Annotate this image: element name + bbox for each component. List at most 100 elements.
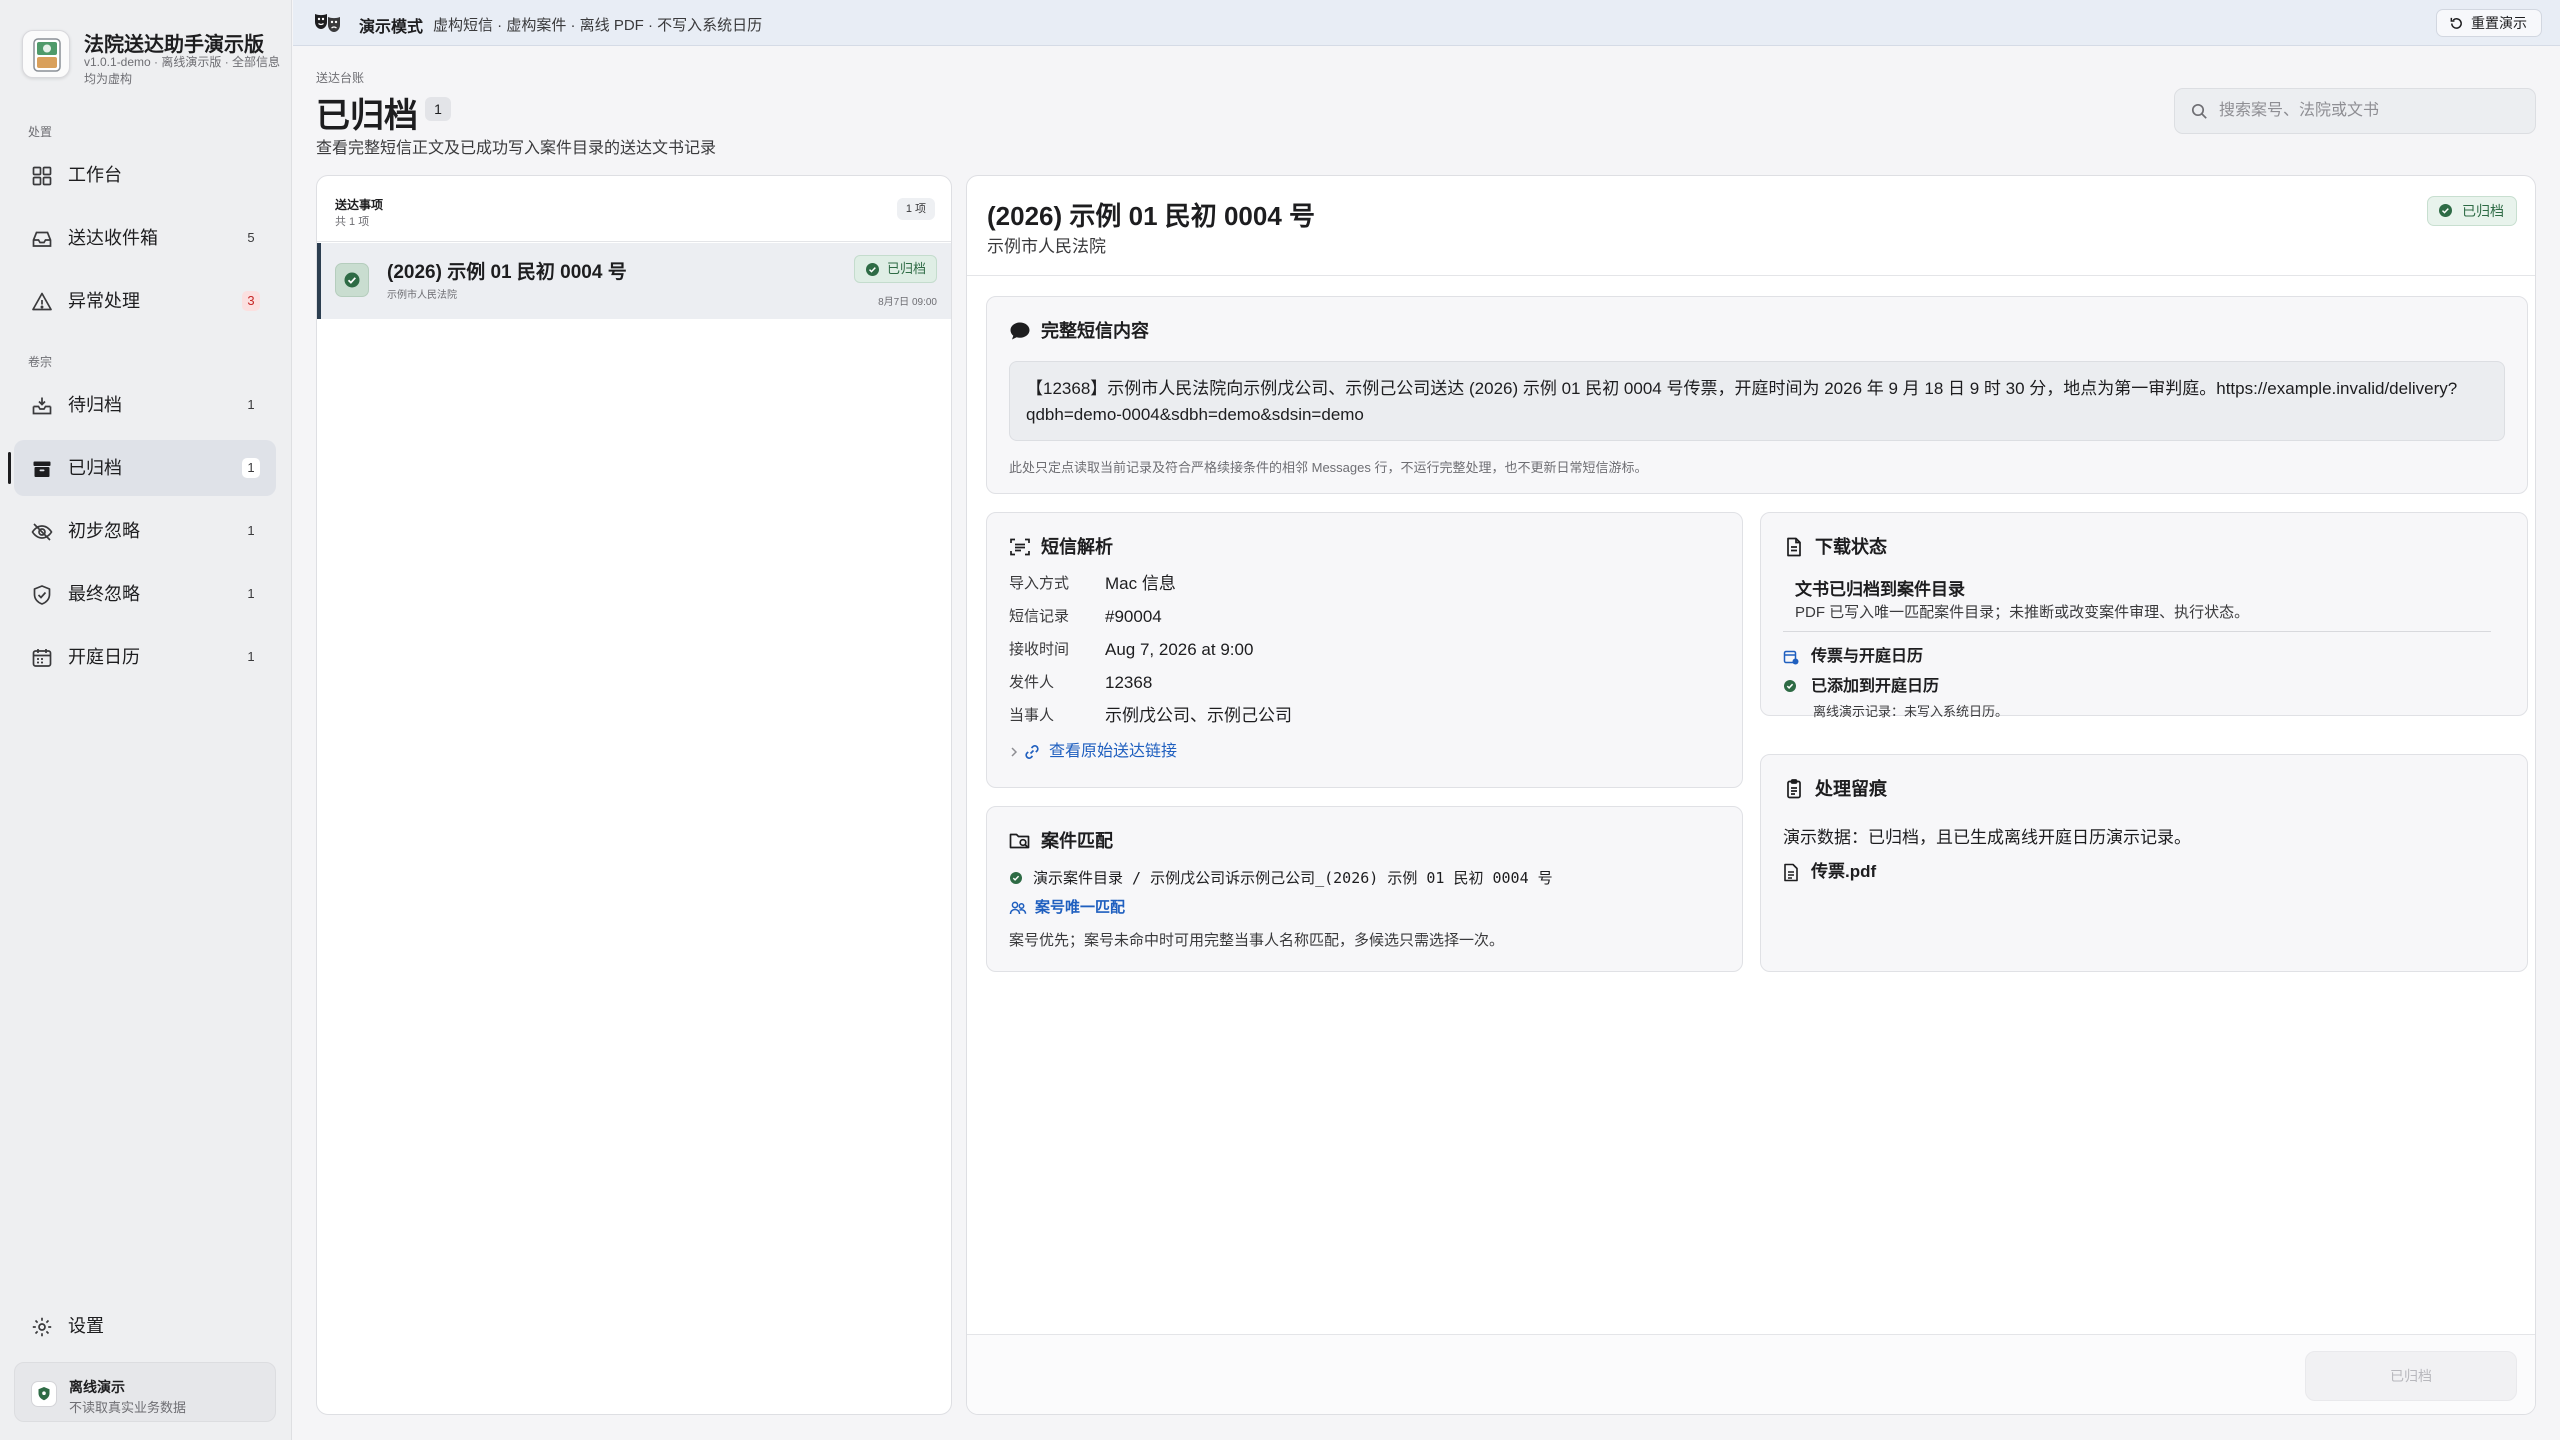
list-count-badge: 1 项 — [896, 198, 935, 220]
calendar-file-icon — [1783, 649, 1799, 665]
download-description: PDF 已写入唯一匹配案件目录；未推断或改变案件审理、执行状态。 — [1795, 604, 2250, 621]
sidebar-item-pending-archive[interactable]: 待归档 1 — [14, 377, 276, 433]
original-link-disclosure[interactable]: 查看原始送达链接 — [1009, 741, 1177, 763]
sidebar-item-count: 1 — [247, 397, 255, 412]
download-item-label: 已添加到开庭日历 — [1811, 678, 1940, 695]
match-note: 案号优先；案号未命中时可用完整当事人名称匹配，多候选只需选择一次。 — [1009, 932, 1505, 949]
offline-title: 离线演示 — [69, 1379, 125, 1395]
active-indicator — [8, 452, 11, 484]
search-icon — [2191, 103, 2208, 120]
sidebar-item-label: 工作台 — [68, 165, 122, 185]
demo-mode-description: 虚构短信 · 虚构案件 · 离线 PDF · 不写入系统日历 — [433, 17, 763, 34]
gear-icon — [30, 1315, 54, 1339]
app-name: 法院送达助手演示版 — [84, 34, 264, 56]
sidebar-item-label: 异常处理 — [68, 291, 140, 311]
check-circle-icon — [335, 263, 369, 297]
list-title: 送达事项 — [335, 198, 384, 212]
sidebar-item-court-calendar[interactable]: 开庭日历 1 — [14, 629, 276, 685]
search-box[interactable] — [2174, 88, 2536, 134]
match-card-title: 案件匹配 — [1041, 831, 1113, 851]
parse-card-title: 短信解析 — [1041, 537, 1113, 557]
app-version: v1.0.1-demo · 离线演示版 · 全部信息均为虚构 — [84, 55, 281, 86]
card-title: 案件匹配 — [1009, 829, 1113, 853]
download-item-calendar: 已添加到开庭日历 — [1783, 676, 1939, 698]
demo-mode-banner: 演示模式 虚构短信 · 虚构案件 · 离线 PDF · 不写入系统日历 重置演示 — [293, 0, 2560, 46]
chat-bubble-icon — [1009, 321, 1031, 341]
sms-note: 此处只定点读取当前记录及符合严格续接条件的相邻 Messages 行，不运行完整… — [1009, 460, 1648, 475]
sidebar-item-label: 初步忽略 — [68, 521, 140, 541]
sms-content: 【12368】示例市人民法院向示例戊公司、示例己公司送达 (2026) 示例 0… — [1009, 361, 2505, 441]
sidebar-item-count: 1 — [247, 523, 255, 538]
detail-footer: 已归档 — [967, 1334, 2535, 1414]
settings-label: 设置 — [68, 1316, 104, 1336]
shield-icon — [31, 1381, 57, 1407]
match-method-tag: 案号唯一匹配 — [1009, 897, 1125, 919]
detail-header: (2026) 示例 01 民初 0004 号 示例市人民法院 已归档 — [967, 176, 2535, 276]
warning-icon — [30, 290, 54, 314]
calendar-icon — [30, 646, 54, 670]
list-item-time: 8月7日 09:00 — [878, 297, 937, 308]
list-total: 共 1 项 — [335, 216, 370, 228]
sidebar-item-count: 1 — [247, 649, 255, 664]
matched-case-path-text: 演示案件目录 / 示例戊公司诉示例己公司_(2026) 示例 01 民初 000… — [1033, 869, 1553, 887]
card-title: 完整短信内容 — [1009, 319, 1149, 343]
check-circle-icon — [1009, 871, 1023, 885]
original-link-label: 查看原始送达链接 — [1049, 743, 1178, 760]
card-title: 处理留痕 — [1783, 777, 1887, 801]
case-match-card: 案件匹配 演示案件目录 / 示例戊公司诉示例己公司_(2026) 示例 01 民… — [986, 806, 1743, 972]
sidebar-item-label: 已归档 — [68, 458, 122, 478]
sidebar-item-archived[interactable]: 已归档 1 — [14, 440, 276, 496]
sidebar-item-count: 3 — [242, 291, 260, 311]
archive-box-icon — [30, 457, 54, 481]
download-item-summons: 传票与开庭日历 — [1783, 646, 1923, 668]
download-item-label: 传票与开庭日历 — [1811, 648, 1924, 665]
card-title: 短信解析 — [1009, 535, 1113, 559]
sidebar-item-label: 最终忽略 — [68, 584, 140, 604]
detail-panel: (2026) 示例 01 民初 0004 号 示例市人民法院 已归档 完整短信内… — [966, 175, 2536, 1415]
breadcrumb: 送达台账 — [316, 71, 365, 85]
sidebar-item-dashboard[interactable]: 工作台 — [14, 147, 276, 203]
dashboard-icon — [30, 164, 54, 188]
divider — [1783, 631, 2491, 632]
reset-demo-button[interactable]: 重置演示 — [2436, 9, 2542, 37]
sms-content-card: 完整短信内容 【12368】示例市人民法院向示例戊公司、示例己公司送达 (202… — [986, 296, 2528, 494]
sms-card-title: 完整短信内容 — [1041, 321, 1149, 341]
field-value: 12368 — [1105, 673, 1153, 692]
page-title: 已归档 — [316, 97, 418, 135]
archived-button[interactable]: 已归档 — [2305, 1351, 2517, 1401]
check-circle-icon — [1783, 679, 1799, 695]
list-item-title: (2026) 示例 01 民初 0004 号 — [387, 262, 627, 283]
pdf-file-icon — [1783, 863, 1799, 882]
delivery-list-panel: 送达事项 共 1 项 1 项 (2026) 示例 01 民初 0004 号 示例… — [316, 175, 952, 1415]
field-label: 导入方式 — [1009, 575, 1070, 592]
trace-file-name: 传票.pdf — [1811, 862, 1877, 881]
page-subtitle: 查看完整短信正文及已成功写入案件目录的送达文书记录 — [316, 140, 717, 157]
inbox-icon — [30, 227, 54, 251]
field-label: 发件人 — [1009, 674, 1055, 691]
sidebar-item-count: 1 — [247, 586, 255, 601]
list-item[interactable]: (2026) 示例 01 民初 0004 号 示例市人民法院 已归档 8月7日 … — [317, 243, 951, 319]
status-badge: 已归档 — [853, 255, 937, 283]
section-label-files: 卷宗 — [28, 355, 53, 369]
sidebar-item-final-ignore[interactable]: 最终忽略 1 — [14, 566, 276, 622]
search-input[interactable] — [2219, 89, 2519, 133]
trace-file-link[interactable]: 传票.pdf — [1783, 861, 1876, 883]
sidebar-item-label: 开庭日历 — [68, 647, 140, 667]
download-card-title: 下载状态 — [1815, 537, 1887, 557]
refresh-icon — [2449, 16, 2464, 31]
field-value: #90004 — [1105, 607, 1162, 626]
sidebar-item-initial-ignore[interactable]: 初步忽略 1 — [14, 503, 276, 559]
sidebar-item-exceptions[interactable]: 异常处理 3 — [14, 273, 276, 329]
app-logo-icon — [22, 30, 70, 78]
list-header: 送达事项 共 1 项 1 项 — [317, 176, 951, 242]
detail-case-number: (2026) 示例 01 民初 0004 号 — [987, 201, 1316, 231]
people-icon — [1009, 900, 1027, 916]
sidebar-item-inbox[interactable]: 送达收件箱 5 — [14, 210, 276, 266]
section-label-actions: 处置 — [28, 125, 53, 139]
card-title: 下载状态 — [1783, 535, 1887, 559]
download-item-note: 离线演示记录：未写入系统日历。 — [1813, 704, 2009, 719]
detail-court: 示例市人民法院 — [987, 237, 1106, 256]
match-method-label: 案号唯一匹配 — [1035, 899, 1126, 916]
sidebar-item-settings[interactable]: 设置 — [14, 1298, 276, 1354]
scan-text-icon — [1009, 537, 1031, 557]
